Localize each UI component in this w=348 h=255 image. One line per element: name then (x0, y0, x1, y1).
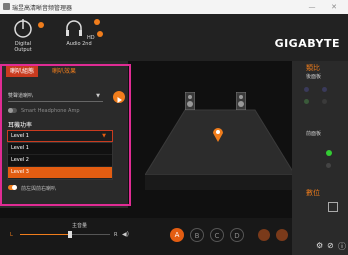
analog-sub: 後面板 (306, 74, 322, 80)
settings-icon[interactable]: ⊘ (327, 241, 334, 250)
volume-slider-handle[interactable] (67, 231, 72, 238)
profile-c-button[interactable]: C (210, 228, 224, 242)
load-profile-icon[interactable] (276, 229, 288, 241)
minimize-button[interactable]: — (306, 2, 318, 12)
analog-title: 類比 (306, 64, 320, 72)
jack-icon[interactable] (326, 163, 331, 168)
device-status-badge (38, 22, 44, 28)
jack-icon[interactable] (304, 87, 309, 92)
highlight-pointer (0, 204, 10, 206)
profile-b-button[interactable]: B (190, 228, 204, 242)
digital-title: 數位 (306, 189, 320, 197)
jack-icon[interactable] (304, 99, 309, 104)
jack-icon[interactable] (322, 99, 327, 104)
device-digital-output-label: Digital Output (14, 41, 32, 53)
jack-icon[interactable] (322, 87, 327, 92)
digital-output-icon (14, 19, 32, 38)
speaker-left-icon[interactable] (185, 92, 195, 110)
device-status-badge (97, 31, 103, 37)
device-digital-output[interactable]: Digital Output (6, 17, 40, 53)
volume-right-label: R (114, 232, 118, 238)
speaker-right-icon[interactable] (236, 92, 246, 110)
volume-left-label: L (10, 232, 13, 238)
master-volume-label: 主音量 (72, 223, 88, 229)
listener-pin-icon[interactable] (212, 126, 224, 142)
front-jack-active-icon[interactable] (326, 150, 332, 156)
speaker-stage (145, 109, 295, 190)
jack-panel: 類比 後面板 前面板 數位 ⚙ ⊘ ⓘ (292, 61, 348, 255)
digital-output-port-icon[interactable] (328, 202, 338, 212)
title-bar: 瑞昱高清晰音频管理器 — ✕ (0, 0, 348, 14)
brand-logo: GIGABYTE (274, 37, 340, 50)
profile-a-button[interactable]: A (170, 228, 184, 242)
device-status-badge (94, 19, 100, 25)
headphones-icon (66, 20, 83, 36)
save-profile-icon[interactable] (258, 229, 270, 241)
volume-slider-fill (20, 234, 70, 235)
window-title: 瑞昱高清晰音频管理器 (12, 5, 73, 12)
highlight-box (0, 64, 131, 206)
app-icon (3, 3, 10, 10)
front-panel-label: 前面板 (306, 131, 322, 137)
info-icon[interactable]: ⓘ (338, 241, 346, 252)
volume-slider[interactable] (20, 231, 110, 238)
bottom-bar (0, 218, 292, 255)
gear-icon[interactable]: ⚙ (316, 241, 323, 250)
device-bar: Digital Output HD Audio 2nd GIGABYTE (0, 14, 348, 61)
close-button[interactable]: ✕ (328, 2, 340, 12)
speaker-volume-icon[interactable]: ◀) (122, 231, 129, 238)
profile-d-button[interactable]: D (230, 228, 244, 242)
